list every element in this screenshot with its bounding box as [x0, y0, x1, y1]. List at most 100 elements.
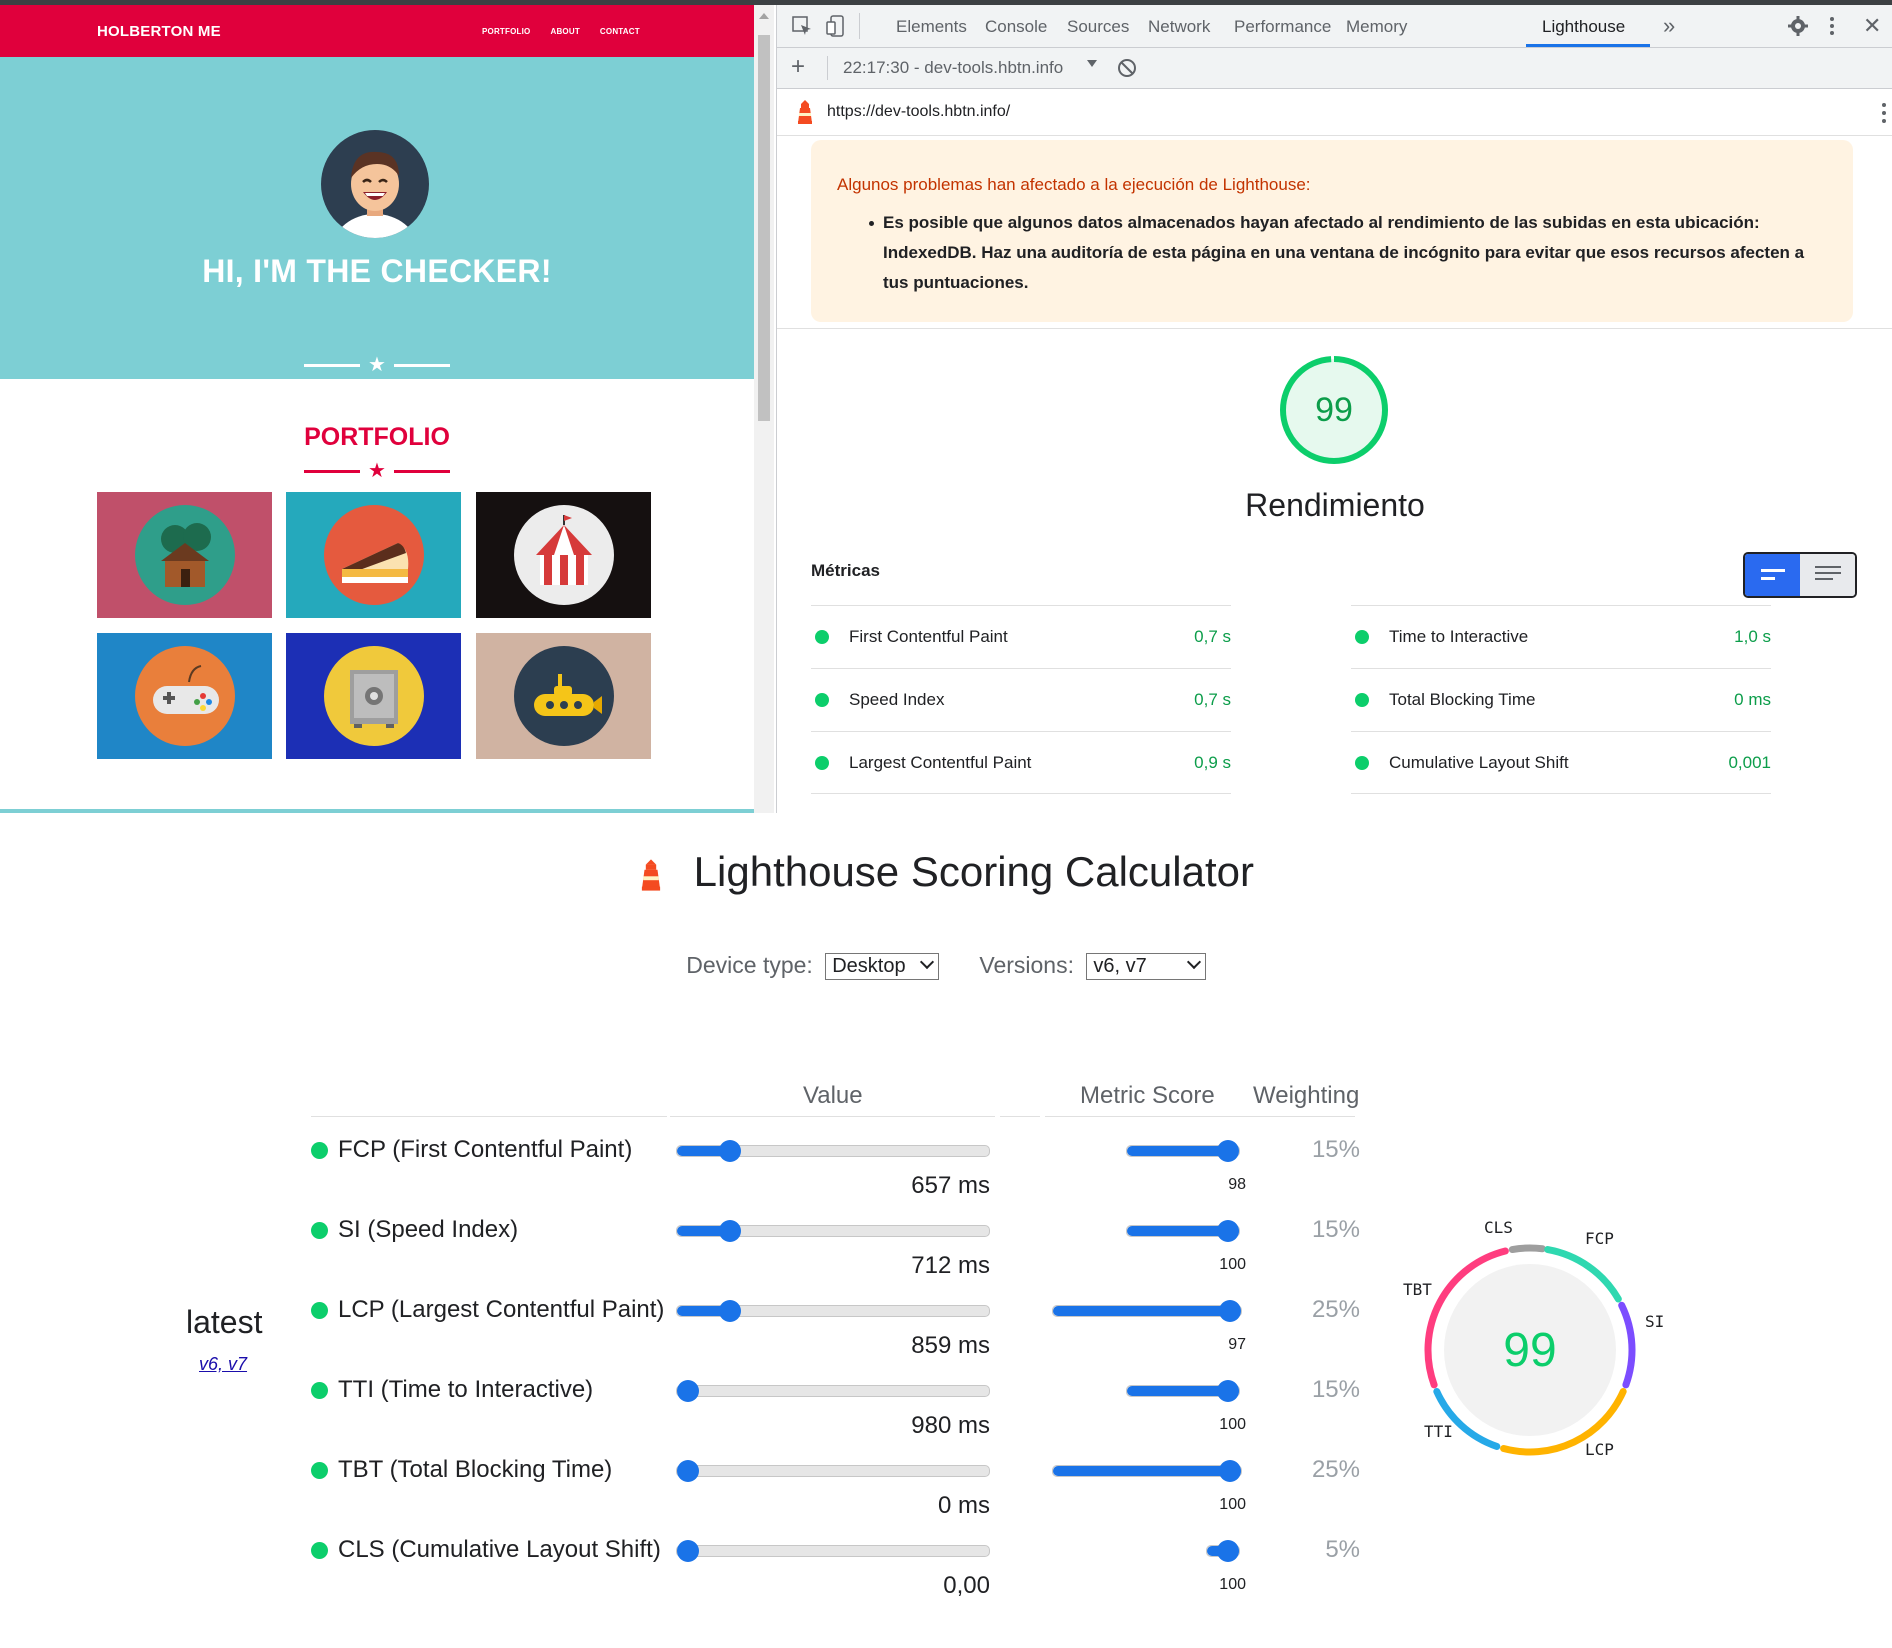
nav-link-about[interactable]: ABOUT — [550, 27, 579, 36]
tab-performance[interactable]: Performance — [1234, 17, 1331, 37]
ring-label-si: SI — [1645, 1312, 1665, 1331]
close-devtools-icon[interactable]: ✕ — [1863, 13, 1881, 39]
tab-memory[interactable]: Memory — [1346, 17, 1407, 37]
report-menu-icon[interactable] — [1880, 101, 1888, 125]
tab-sources[interactable]: Sources — [1067, 17, 1129, 37]
metrics-heading: Métricas — [811, 561, 880, 580]
slider-thumb[interactable] — [1219, 1460, 1241, 1482]
report-dropdown-caret-icon[interactable] — [1087, 60, 1097, 67]
tab-console[interactable]: Console — [985, 17, 1047, 37]
device-type-select[interactable]: Desktop — [825, 953, 939, 981]
runtime-warning-box: Algunos problemas han afectado a la ejec… — [811, 140, 1853, 322]
page-scrollbar[interactable] — [754, 5, 774, 813]
slider-thumb[interactable] — [719, 1220, 742, 1242]
inspect-element-icon[interactable] — [791, 15, 813, 37]
metric-score: 100 — [1219, 1576, 1246, 1593]
star-icon: ★ — [368, 354, 386, 376]
ring-label-tbt: TBT — [1403, 1280, 1432, 1299]
score-slider[interactable] — [1052, 1300, 1242, 1322]
metric-score: 100 — [1219, 1416, 1246, 1433]
scroll-up-arrow-icon[interactable] — [759, 13, 769, 19]
slider-thumb[interactable] — [719, 1140, 742, 1162]
metric-score: 100 — [1219, 1496, 1246, 1513]
cake-icon — [323, 505, 424, 605]
metric-value: 0,00 — [943, 1572, 990, 1599]
expanded-view-icon[interactable] — [1800, 554, 1855, 596]
more-tabs-chevron-icon[interactable]: » — [1663, 13, 1675, 39]
metric-value: 0,7 s — [1194, 627, 1231, 646]
metric-weight: 25% — [1311, 1296, 1360, 1323]
value-slider[interactable] — [676, 1220, 990, 1242]
nav-link-contact[interactable]: CONTACT — [600, 27, 640, 36]
calc-row-label: SI (Speed Index) — [311, 1216, 518, 1244]
chevron-down-icon — [1186, 955, 1201, 970]
tab-lighthouse[interactable]: Lighthouse — [1542, 17, 1625, 37]
active-tab-indicator — [1526, 44, 1650, 47]
portfolio-item-safe[interactable] — [286, 633, 461, 759]
clear-reports-icon[interactable] — [1117, 58, 1137, 78]
scrollbar-thumb[interactable] — [758, 35, 770, 421]
ring-label-lcp: LCP — [1585, 1440, 1614, 1459]
column-header-value: Value — [803, 1082, 863, 1109]
pass-dot-icon — [1355, 756, 1369, 770]
metric-name: FCP (First Contentful Paint) — [338, 1136, 633, 1163]
device-toolbar-icon[interactable] — [825, 14, 847, 38]
slider-thumb[interactable] — [1217, 1140, 1239, 1162]
metrics-view-toggle[interactable] — [1743, 552, 1857, 598]
score-slider[interactable] — [1206, 1540, 1240, 1562]
ring-label-fcp: FCP — [1585, 1229, 1614, 1248]
value-slider[interactable] — [676, 1380, 990, 1402]
score-slider[interactable] — [1052, 1460, 1242, 1482]
pass-dot-icon — [311, 1541, 328, 1559]
metric-tti: Time to Interactive 1,0 s — [1351, 605, 1771, 668]
compact-view-icon[interactable] — [1745, 554, 1800, 596]
pass-dot-icon — [815, 630, 829, 644]
metric-weight: 15% — [1311, 1216, 1360, 1243]
versions-select[interactable]: v6, v7 — [1086, 953, 1206, 981]
metric-label: Largest Contentful Paint — [849, 753, 1032, 772]
slider-thumb[interactable] — [677, 1380, 699, 1402]
circus-tent-icon — [513, 505, 614, 605]
slider-fill — [1053, 1466, 1241, 1476]
slider-thumb[interactable] — [677, 1540, 699, 1562]
divider — [777, 328, 1892, 329]
nav-link-portfolio[interactable]: PORTFOLIO — [482, 27, 530, 36]
settings-gear-icon[interactable] — [1787, 15, 1809, 37]
portfolio-item-circus[interactable] — [476, 492, 651, 618]
portfolio-item-submarine[interactable] — [476, 633, 651, 759]
score-slider[interactable] — [1126, 1140, 1240, 1162]
slider-thumb[interactable] — [719, 1300, 742, 1322]
portfolio-item-cabin[interactable] — [97, 492, 272, 618]
report-select[interactable]: 22:17:30 - dev-tools.hbtn.info — [843, 58, 1063, 78]
slider-thumb[interactable] — [1219, 1300, 1241, 1322]
portfolio-item-cake[interactable] — [286, 492, 461, 618]
kebab-menu-icon[interactable] — [1827, 15, 1837, 37]
website-viewport: HOLBERTON ME PORTFOLIO ABOUT CONTACT HI,… — [0, 5, 754, 813]
metric-score: 100 — [1219, 1256, 1246, 1273]
slider-thumb[interactable] — [1217, 1220, 1239, 1242]
version-link[interactable]: v6, v7 — [199, 1354, 247, 1375]
portfolio-divider: ★ — [0, 461, 754, 481]
metric-name: LCP (Largest Contentful Paint) — [338, 1296, 665, 1323]
new-report-plus-icon[interactable]: + — [791, 53, 805, 81]
value-slider[interactable] — [676, 1460, 990, 1482]
score-slider[interactable] — [1126, 1380, 1240, 1402]
ring-label-tti: TTI — [1424, 1422, 1453, 1441]
metric-value: 0 ms — [1734, 690, 1771, 709]
tab-network[interactable]: Network — [1148, 17, 1210, 37]
value-slider[interactable] — [676, 1140, 990, 1162]
calculator-controls: Device type: Desktop Versions: v6, v7 — [0, 952, 1892, 981]
slider-thumb[interactable] — [677, 1460, 699, 1482]
tab-elements[interactable]: Elements — [896, 17, 967, 37]
slider-thumb[interactable] — [1217, 1540, 1239, 1562]
metric-tbt: Total Blocking Time 0 ms — [1351, 668, 1771, 731]
report-url[interactable]: https://dev-tools.hbtn.info/ — [827, 103, 1010, 121]
score-slider[interactable] — [1126, 1220, 1240, 1242]
value-slider[interactable] — [676, 1540, 990, 1562]
site-brand[interactable]: HOLBERTON ME — [97, 23, 221, 40]
metric-label: Cumulative Layout Shift — [1389, 753, 1569, 772]
portfolio-item-gamepad[interactable] — [97, 633, 272, 759]
lighthouse-logo-icon — [641, 859, 661, 891]
value-slider[interactable] — [676, 1300, 990, 1322]
slider-thumb[interactable] — [1217, 1380, 1239, 1402]
